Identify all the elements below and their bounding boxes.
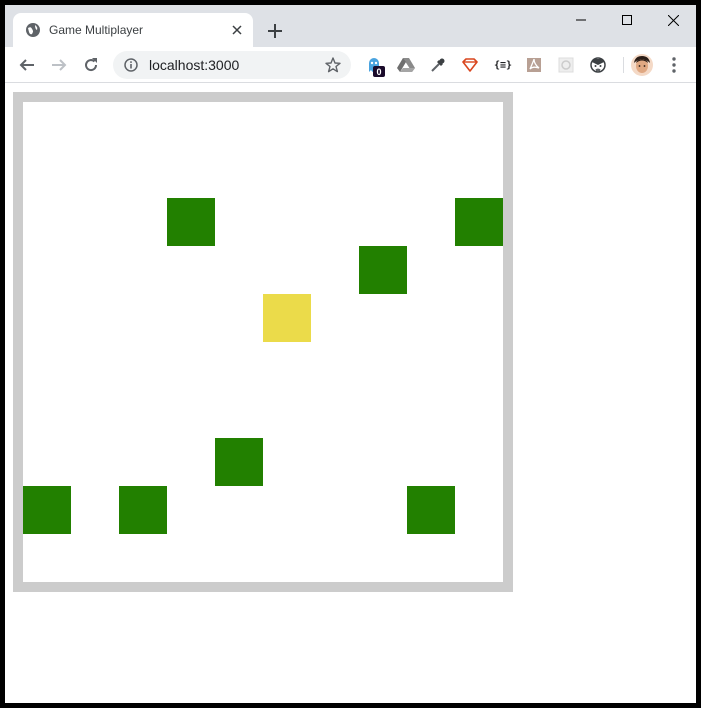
other-player-cell bbox=[359, 246, 407, 294]
page-content bbox=[5, 84, 696, 703]
google-drive-icon[interactable] bbox=[396, 55, 416, 75]
other-player-cell bbox=[455, 198, 503, 246]
close-window-button[interactable] bbox=[650, 5, 696, 35]
maximize-button[interactable] bbox=[604, 5, 650, 35]
forward-button[interactable] bbox=[45, 51, 73, 79]
grid-extension-icon[interactable] bbox=[556, 55, 576, 75]
other-player-cell bbox=[407, 486, 455, 534]
minimize-button[interactable] bbox=[558, 5, 604, 35]
menu-kebab-icon[interactable] bbox=[660, 51, 688, 79]
tab-title: Game Multiplayer bbox=[49, 23, 144, 37]
info-icon[interactable] bbox=[123, 57, 139, 73]
profile-avatar[interactable] bbox=[631, 54, 653, 76]
new-tab-button[interactable] bbox=[263, 19, 287, 43]
back-button[interactable] bbox=[13, 51, 41, 79]
gem-extension-icon[interactable] bbox=[460, 55, 480, 75]
globe-icon bbox=[25, 22, 41, 38]
ghostery-extension-icon[interactable]: 0 bbox=[364, 55, 385, 77]
eyedropper-icon[interactable] bbox=[428, 55, 448, 75]
bookmark-star-icon[interactable] bbox=[323, 55, 343, 75]
game-board[interactable] bbox=[13, 92, 513, 592]
vampire-extension-icon[interactable] bbox=[588, 55, 608, 75]
other-player-cell bbox=[23, 486, 71, 534]
browser-toolbar: localhost:3000 0 {≡} bbox=[5, 47, 696, 83]
address-bar[interactable]: localhost:3000 bbox=[113, 51, 351, 79]
tab-strip: Game Multiplayer bbox=[5, 5, 696, 47]
other-player-cell bbox=[167, 198, 215, 246]
toolbar-divider bbox=[623, 57, 624, 73]
current-player-cell bbox=[263, 294, 311, 342]
reload-button[interactable] bbox=[77, 51, 105, 79]
game-arena bbox=[23, 102, 503, 582]
other-player-cell bbox=[119, 486, 167, 534]
tab-game-multiplayer[interactable]: Game Multiplayer bbox=[13, 13, 253, 47]
browser-window: Game Multiplayer localhost:3000 0 {≡} bbox=[5, 5, 696, 703]
other-player-cell bbox=[215, 438, 263, 486]
extension-badge: 0 bbox=[373, 66, 385, 77]
pdf-icon[interactable] bbox=[524, 55, 544, 75]
json-formatter-icon[interactable]: {≡} bbox=[491, 55, 515, 75]
tab-close-icon[interactable] bbox=[227, 20, 247, 40]
url-text: localhost:3000 bbox=[149, 57, 240, 73]
